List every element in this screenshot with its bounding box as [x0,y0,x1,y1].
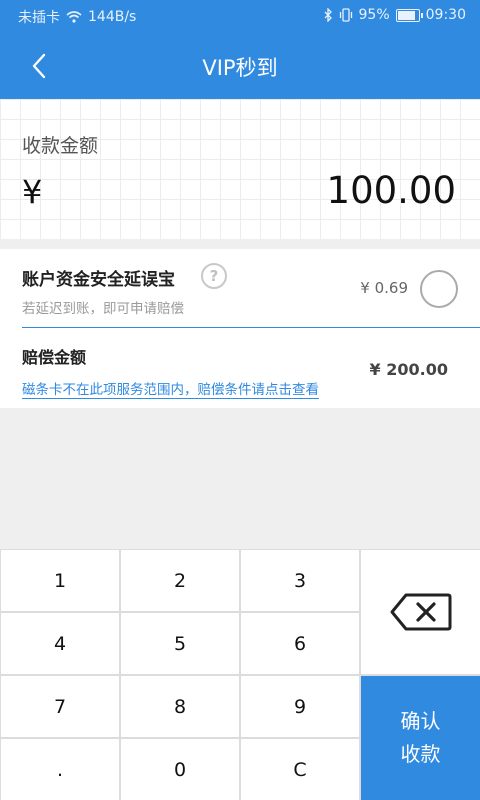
key-0[interactable]: 0 [121,739,239,800]
vibrate-icon [339,8,352,22]
insurance-price: ¥ 0.69 [360,279,408,297]
network-speed: 144B/s [88,9,137,25]
currency-symbol: ¥ [22,173,43,211]
insurance-option[interactable]: 账户资金安全延误宝 ? 若延迟到账，即可申请赔偿 ¥ 0.69 [0,249,480,328]
page-title: VIP秒到 [202,56,278,80]
amount-label: 收款金额 [22,135,99,157]
status-bar: 未插卡 144B/s 95% 09:30 [0,0,480,32]
key-2[interactable]: 2 [121,550,239,611]
key-3[interactable]: 3 [241,550,359,611]
key-7[interactable]: 7 [1,676,119,737]
key-9[interactable]: 9 [241,676,359,737]
key-dot[interactable]: . [1,739,119,800]
help-icon[interactable]: ? [201,263,227,289]
insurance-subtitle: 若延迟到账，即可申请赔偿 [22,301,184,317]
clock: 09:30 [425,7,466,23]
key-1[interactable]: 1 [1,550,119,611]
app-header: 未插卡 144B/s 95% 09:30 VIP秒到 [0,0,480,99]
compensation-terms-link[interactable]: 磁条卡不在此项服务范围内，赔偿条件请点击查看 [22,378,319,399]
compensation-label: 赔偿金额 [22,348,87,367]
insurance-title: 账户资金安全延误宝 [22,270,175,290]
amount-value: 100.00 [326,169,456,212]
bluetooth-icon [324,8,332,22]
confirm-label-line2: 收款 [400,742,441,766]
compensation-amount: ¥ 200.00 [369,360,448,379]
carrier-text: 未插卡 [18,10,60,26]
numeric-keypad: 1 2 3 4 5 6 7 8 9 . 0 C 确认 收款 [0,549,480,800]
key-4[interactable]: 4 [1,613,119,674]
confirm-receive-button[interactable]: 确认 收款 [361,676,480,800]
key-5[interactable]: 5 [121,613,239,674]
backspace-button[interactable] [361,550,480,674]
insurance-radio-button[interactable] [420,270,458,308]
battery-percent: 95% [358,7,390,23]
key-6[interactable]: 6 [241,613,359,674]
confirm-label-line1: 确认 [400,709,441,733]
wifi-icon [66,11,82,23]
backspace-icon [390,593,451,631]
amount-panel: 收款金额 ¥ 100.00 [0,99,480,239]
key-clear[interactable]: C [241,739,359,800]
key-8[interactable]: 8 [121,676,239,737]
compensation-section: 赔偿金额 磁条卡不在此项服务范围内，赔偿条件请点击查看 ¥ 200.00 [0,328,480,408]
battery-icon [395,8,423,22]
